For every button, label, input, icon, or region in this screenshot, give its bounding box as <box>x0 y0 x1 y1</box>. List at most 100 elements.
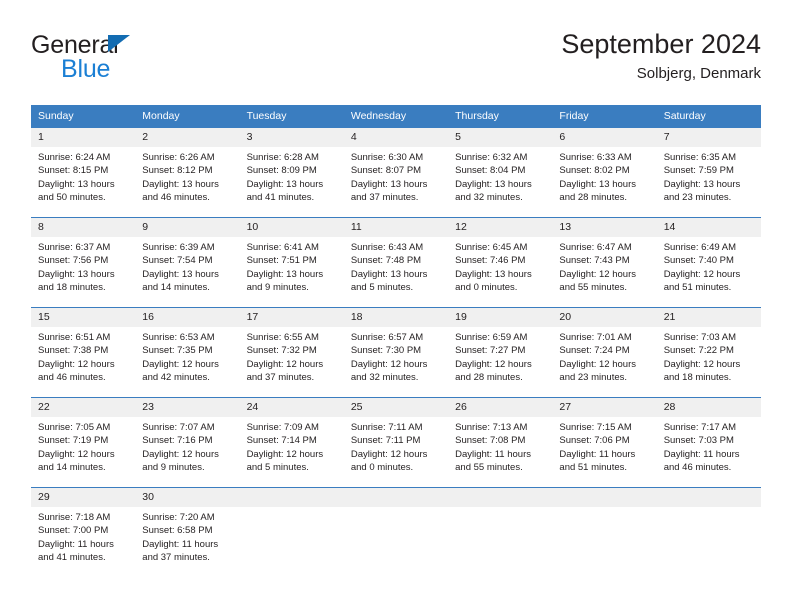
calendar-day-cell[interactable]: 9 Sunrise: 6:39 AM Sunset: 7:54 PM Daylight… <box>135 217 240 308</box>
day-number: 5 <box>448 128 553 147</box>
calendar-day-cell[interactable]: 15 Sunrise: 6:51 AM Sunset: 7:38 PM Dayligh… <box>31 307 136 398</box>
daylight-text-line2: and 37 minutes. <box>246 371 315 383</box>
calendar-day-cell[interactable] <box>656 487 761 580</box>
calendar-day-cell[interactable]: 4 Sunrise: 6:30 AM Sunset: 8:07 PM Daylight… <box>343 127 449 218</box>
calendar-day-cell[interactable]: 22 Sunrise: 7:05 AM Sunset: 7:19 PM Dayligh… <box>31 397 136 488</box>
daylight-text-line2: and 37 minutes. <box>350 191 419 203</box>
day-details: Sunrise: 7:17 AM Sunset: 7:03 PM Daylight:… <box>657 417 761 474</box>
sunrise-text: Sunrise: 7:07 AM <box>142 422 215 433</box>
calendar-day: 18 Sunrise: 6:57 AM Sunset: 7:30 PM Dayligh… <box>343 308 449 397</box>
calendar-day-cell[interactable]: 7 Sunrise: 6:35 AM Sunset: 7:59 PM Daylight… <box>656 127 761 218</box>
calendar-week-row: 22 Sunrise: 7:05 AM Sunset: 7:19 PM Dayligh… <box>31 397 761 488</box>
daylight-text-line2: and 0 minutes. <box>455 281 518 293</box>
calendar-day-cell[interactable] <box>343 487 449 580</box>
day-details: Sunrise: 6:28 AM Sunset: 8:09 PM Daylight:… <box>240 147 344 204</box>
calendar-day-cell[interactable]: 11 Sunrise: 6:43 AM Sunset: 7:48 PM Dayligh… <box>343 217 449 308</box>
weekday-header-friday: Friday <box>552 105 657 128</box>
day-details: Sunrise: 7:03 AM Sunset: 7:22 PM Daylight:… <box>657 327 761 384</box>
sunset-text: Sunset: 7:24 PM <box>559 345 630 357</box>
daylight-text-line2: and 50 minutes. <box>38 191 106 203</box>
calendar-day-cell[interactable]: 24 Sunrise: 7:09 AM Sunset: 7:14 PM Dayligh… <box>239 397 344 488</box>
calendar-day-cell[interactable]: 10 Sunrise: 6:41 AM Sunset: 7:51 PM Dayligh… <box>239 217 344 308</box>
calendar-day-cell[interactable]: 27 Sunrise: 7:15 AM Sunset: 7:06 PM Dayligh… <box>552 397 657 488</box>
weekday-header-wednesday: Wednesday <box>343 105 449 128</box>
daylight-text-line1: Daylight: 12 hours <box>559 268 636 280</box>
calendar-day: 28 Sunrise: 7:17 AM Sunset: 7:03 PM Dayligh… <box>656 398 761 487</box>
day-details: Sunrise: 7:09 AM Sunset: 7:14 PM Daylight:… <box>240 417 344 474</box>
daylight-text-line2: and 41 minutes. <box>246 191 315 203</box>
daylight-text-line2: and 46 minutes. <box>38 371 106 383</box>
calendar-day: 11 Sunrise: 6:43 AM Sunset: 7:48 PM Dayligh… <box>343 218 449 307</box>
calendar-day-cell[interactable] <box>552 487 657 580</box>
calendar-day-cell[interactable]: 19 Sunrise: 6:59 AM Sunset: 7:27 PM Dayligh… <box>448 307 553 398</box>
daylight-text-line2: and 9 minutes. <box>142 461 205 473</box>
sunrise-text: Sunrise: 7:20 AM <box>142 512 215 523</box>
daylight-text-line2: and 23 minutes. <box>663 191 732 203</box>
calendar-week-row: 1 Sunrise: 6:24 AM Sunset: 8:15 PM Daylight… <box>31 127 761 218</box>
day-number: 15 <box>31 308 136 327</box>
calendar-day-cell[interactable] <box>239 487 344 580</box>
daylight-text-line1: Daylight: 11 hours <box>38 538 114 550</box>
day-number: 2 <box>135 128 240 147</box>
daylight-text-line1: Daylight: 13 hours <box>455 178 532 190</box>
calendar-day-empty <box>552 488 657 580</box>
daylight-text-line1: Daylight: 13 hours <box>142 178 219 190</box>
calendar-day-cell[interactable]: 1 Sunrise: 6:24 AM Sunset: 8:15 PM Daylight… <box>31 127 136 218</box>
calendar-day-cell[interactable]: 25 Sunrise: 7:11 AM Sunset: 7:11 PM Dayligh… <box>343 397 449 488</box>
calendar-day-cell[interactable]: 28 Sunrise: 7:17 AM Sunset: 7:03 PM Dayligh… <box>656 397 761 488</box>
daylight-text-line2: and 28 minutes. <box>455 371 523 383</box>
day-number: 23 <box>135 398 240 417</box>
sunrise-text: Sunrise: 6:26 AM <box>142 152 215 163</box>
daylight-text-line2: and 14 minutes. <box>142 281 210 293</box>
day-number: 13 <box>552 218 657 237</box>
day-number: 9 <box>135 218 240 237</box>
day-details: Sunrise: 7:15 AM Sunset: 7:06 PM Daylight:… <box>552 417 656 474</box>
calendar-day-cell[interactable]: 29 Sunrise: 7:18 AM Sunset: 7:00 PM Dayligh… <box>31 487 136 580</box>
calendar-day-cell[interactable]: 17 Sunrise: 6:55 AM Sunset: 7:32 PM Dayligh… <box>239 307 344 398</box>
sunrise-text: Sunrise: 7:18 AM <box>38 512 111 523</box>
daylight-text-line2: and 55 minutes. <box>455 461 523 473</box>
calendar-day-cell[interactable]: 26 Sunrise: 7:13 AM Sunset: 7:08 PM Dayligh… <box>448 397 553 488</box>
calendar-day-cell[interactable]: 13 Sunrise: 6:47 AM Sunset: 7:43 PM Dayligh… <box>552 217 657 308</box>
calendar-day-cell[interactable]: 18 Sunrise: 6:57 AM Sunset: 7:30 PM Dayligh… <box>343 307 449 398</box>
day-details: Sunrise: 6:24 AM Sunset: 8:15 PM Daylight:… <box>31 147 135 204</box>
daylight-text-line1: Daylight: 12 hours <box>142 358 219 370</box>
calendar-day-cell[interactable]: 16 Sunrise: 6:53 AM Sunset: 7:35 PM Dayligh… <box>135 307 240 398</box>
general-blue-logo: General Blue <box>31 32 231 88</box>
calendar-day-cell[interactable]: 21 Sunrise: 7:03 AM Sunset: 7:22 PM Dayligh… <box>656 307 761 398</box>
calendar-day-cell[interactable]: 23 Sunrise: 7:07 AM Sunset: 7:16 PM Dayligh… <box>135 397 240 488</box>
daylight-text-line1: Daylight: 13 hours <box>559 178 636 190</box>
sunrise-text: Sunrise: 6:55 AM <box>246 332 319 343</box>
calendar-day-cell[interactable]: 3 Sunrise: 6:28 AM Sunset: 8:09 PM Daylight… <box>239 127 344 218</box>
logo-blue-label: Blue <box>61 55 111 83</box>
calendar-day: 23 Sunrise: 7:07 AM Sunset: 7:16 PM Dayligh… <box>135 398 240 487</box>
calendar-day-cell[interactable]: 12 Sunrise: 6:45 AM Sunset: 7:46 PM Dayligh… <box>448 217 553 308</box>
calendar-day-cell[interactable]: 6 Sunrise: 6:33 AM Sunset: 8:02 PM Daylight… <box>552 127 657 218</box>
daylight-text-line2: and 5 minutes. <box>246 461 309 473</box>
daylight-text-line2: and 46 minutes. <box>142 191 210 203</box>
calendar-day: 24 Sunrise: 7:09 AM Sunset: 7:14 PM Dayligh… <box>239 398 344 487</box>
calendar-day-cell[interactable]: 30 Sunrise: 7:20 AM Sunset: 6:58 PM Dayligh… <box>135 487 240 580</box>
sunset-text: Sunset: 8:07 PM <box>350 165 422 177</box>
calendar-day-cell[interactable] <box>448 487 553 580</box>
calendar-day-cell[interactable]: 14 Sunrise: 6:49 AM Sunset: 7:40 PM Dayligh… <box>656 217 761 308</box>
calendar-day-cell[interactable]: 2 Sunrise: 6:26 AM Sunset: 8:12 PM Daylight… <box>135 127 240 218</box>
day-details: Sunrise: 7:20 AM Sunset: 6:58 PM Daylight:… <box>135 507 239 564</box>
sunrise-text: Sunrise: 6:59 AM <box>455 332 528 343</box>
sunset-text: Sunset: 7:27 PM <box>455 345 526 357</box>
title-block: September 2024 Solbjerg, Denmark <box>561 28 761 84</box>
logo-text-general: General <box>31 32 231 58</box>
daylight-text-line2: and 46 minutes. <box>663 461 732 473</box>
triangle-icon <box>108 35 130 52</box>
calendar-day-cell[interactable]: 5 Sunrise: 6:32 AM Sunset: 8:04 PM Daylight… <box>448 127 553 218</box>
sunset-text: Sunset: 7:19 PM <box>38 435 109 447</box>
calendar-day: 27 Sunrise: 7:15 AM Sunset: 7:06 PM Dayligh… <box>552 398 657 487</box>
day-details: Sunrise: 6:37 AM Sunset: 7:56 PM Daylight:… <box>31 237 135 294</box>
day-details <box>552 507 656 511</box>
calendar-day-cell[interactable]: 8 Sunrise: 6:37 AM Sunset: 7:56 PM Daylight… <box>31 217 136 308</box>
calendar-day-cell[interactable]: 20 Sunrise: 7:01 AM Sunset: 7:24 PM Dayligh… <box>552 307 657 398</box>
day-number: 3 <box>239 128 344 147</box>
day-details: Sunrise: 6:35 AM Sunset: 7:59 PM Daylight:… <box>657 147 761 204</box>
day-details: Sunrise: 7:11 AM Sunset: 7:11 PM Daylight:… <box>344 417 448 474</box>
sunset-text: Sunset: 7:51 PM <box>246 255 317 267</box>
